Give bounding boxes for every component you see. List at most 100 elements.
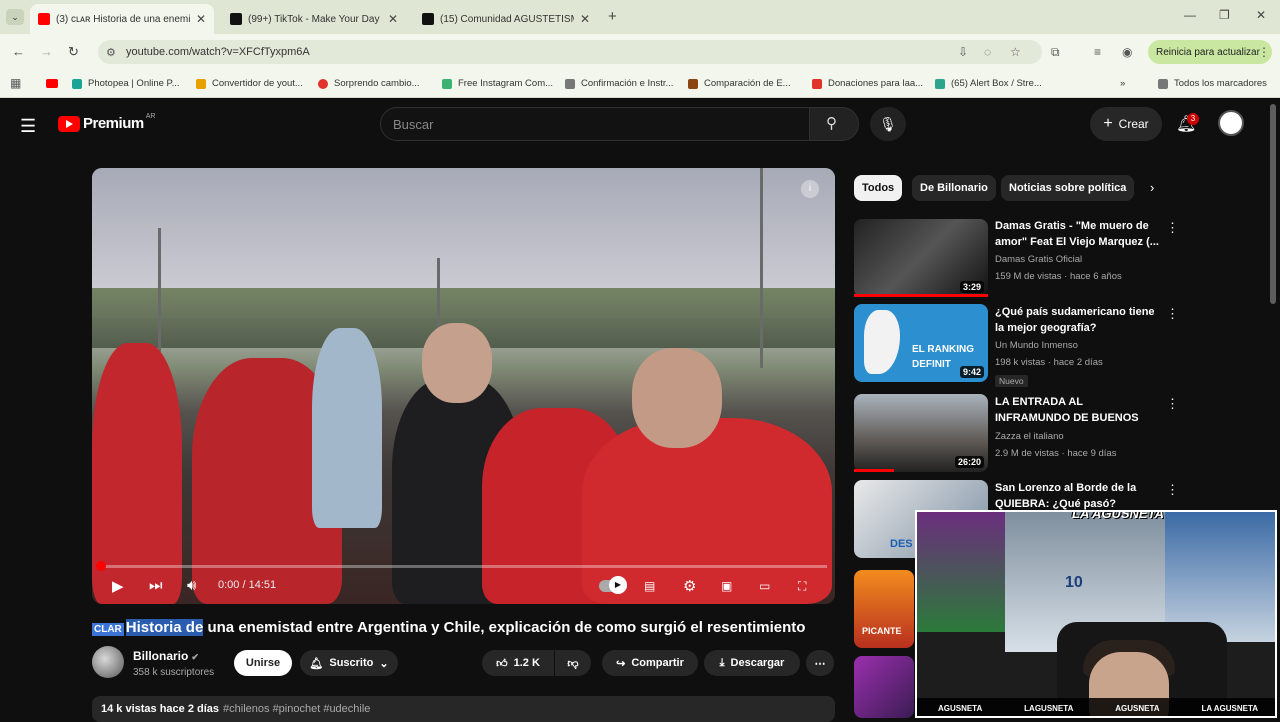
apps-grid-icon[interactable]: ▦ bbox=[10, 76, 21, 90]
close-window-icon[interactable]: ✕ bbox=[1256, 8, 1266, 22]
scrubber-handle[interactable] bbox=[96, 561, 106, 571]
bookmark-star-icon[interactable]: ☆ bbox=[1010, 45, 1021, 59]
recommendation-title[interactable]: ¿Qué país sudamericano tiene la mejor ge… bbox=[995, 304, 1160, 336]
youtube-bookmark-icon[interactable] bbox=[46, 79, 58, 88]
youtube-premium-logo[interactable]: Premium AR bbox=[58, 113, 155, 132]
progress-bar[interactable] bbox=[100, 565, 827, 568]
subtitles-icon[interactable]: ▤ bbox=[644, 579, 655, 593]
miniplayer-icon[interactable]: ▣ bbox=[721, 579, 732, 593]
chip-todos[interactable]: Todos bbox=[854, 175, 903, 201]
bookmark-sorprendo[interactable]: Sorprendo cambio... bbox=[318, 78, 420, 89]
bookmark-convertidor[interactable]: Convertidor de yout... bbox=[196, 78, 303, 89]
channel-name-row[interactable]: Billonario ✔ bbox=[133, 649, 199, 663]
autoplay-toggle[interactable] bbox=[599, 576, 627, 594]
eye-off-icon[interactable]: ◌ bbox=[984, 45, 991, 59]
thumbs-down-icon: 👎︎ bbox=[567, 657, 579, 670]
site-info-icon[interactable]: ⚙ bbox=[106, 46, 116, 59]
back-icon[interactable]: ← bbox=[12, 44, 25, 59]
forward-icon[interactable]: → bbox=[40, 44, 53, 59]
profile-icon[interactable]: ◉ bbox=[1122, 45, 1132, 59]
account-avatar[interactable] bbox=[1218, 110, 1244, 136]
duration-badge: 3:29 bbox=[959, 281, 984, 293]
reload-icon[interactable]: ↻ bbox=[68, 44, 79, 60]
youtube-favicon-icon bbox=[38, 13, 50, 25]
maximize-icon[interactable]: ❐ bbox=[1219, 8, 1230, 22]
tab-search-button[interactable]: ⌄ bbox=[6, 9, 24, 25]
recommendation-thumbnail[interactable]: 26:20 bbox=[854, 394, 988, 472]
chip-de-billonario[interactable]: De Billonario bbox=[912, 175, 996, 201]
dislike-button[interactable]: 👎︎ bbox=[555, 650, 591, 676]
search-icon[interactable]: ⚲ bbox=[826, 114, 837, 132]
hamburger-menu-icon[interactable]: ☰ bbox=[20, 116, 36, 137]
create-button[interactable]: + Crear bbox=[1090, 107, 1162, 141]
extensions-icon[interactable]: ⧉ bbox=[1051, 45, 1060, 60]
recommendation-channel[interactable]: Damas Gratis Oficial bbox=[995, 254, 1082, 265]
video-player[interactable] bbox=[92, 168, 835, 604]
video-frame-face bbox=[422, 323, 492, 403]
bookmark-alert-box[interactable]: (65) Alert Box / Stre... bbox=[935, 78, 1042, 89]
recommendation-channel[interactable]: Un Mundo Inmenso bbox=[995, 340, 1078, 351]
more-vertical-icon[interactable]: ⋮ bbox=[1166, 396, 1179, 412]
download-label: Descargar bbox=[730, 657, 785, 669]
bookmarks-more-button[interactable]: » bbox=[1120, 78, 1125, 89]
next-icon[interactable]: ⏭ bbox=[149, 577, 163, 594]
chip-noticias-politica[interactable]: Noticias sobre política bbox=[1001, 175, 1135, 201]
update-button[interactable]: Reinicia para actualizar bbox=[1148, 40, 1272, 64]
recommendation-thumbnail[interactable]: 3:29 bbox=[854, 219, 988, 297]
chevron-right-icon[interactable]: › bbox=[1150, 180, 1154, 195]
share-button[interactable]: ↪ Compartir bbox=[602, 650, 698, 676]
play-icon[interactable]: ▶ bbox=[112, 577, 124, 595]
bookmark-free-instagram[interactable]: Free Instagram Com... bbox=[442, 78, 553, 89]
channel-avatar[interactable] bbox=[92, 646, 124, 678]
thumbnail-text: PICANTE bbox=[862, 626, 902, 636]
subscribed-button[interactable]: 🔔︎ Suscrito ⌄ bbox=[300, 650, 398, 676]
close-icon[interactable]: ✕ bbox=[196, 12, 206, 26]
recommendation-thumbnail[interactable]: EL RANKING DEFINIT 9:42 bbox=[854, 304, 988, 382]
theater-mode-icon[interactable]: ▭ bbox=[759, 579, 770, 593]
recommendation-title[interactable]: Damas Gratis - "Me muero de amor" Feat E… bbox=[995, 218, 1160, 250]
microphone-icon[interactable]: 🎙 bbox=[870, 107, 906, 141]
info-icon[interactable]: i bbox=[801, 180, 819, 198]
recommendation-thumbnail[interactable] bbox=[854, 656, 914, 718]
like-button[interactable]: 👍︎ 1.2 K bbox=[482, 650, 554, 676]
search-box[interactable] bbox=[380, 107, 810, 141]
close-icon[interactable]: ✕ bbox=[388, 12, 398, 26]
bookmark-comparacion[interactable]: Comparación de E... bbox=[688, 78, 791, 89]
all-bookmarks-button[interactable]: Todos los marcadores bbox=[1158, 78, 1267, 89]
browser-tab-youtube[interactable]: (3) ᴄʟᴀʀ Historia de una enemist ✕ bbox=[30, 4, 214, 34]
bookmark-label: Photopea | Online P... bbox=[88, 78, 180, 89]
close-icon[interactable]: ✕ bbox=[580, 12, 590, 26]
folder-icon bbox=[1158, 78, 1168, 89]
more-vertical-icon[interactable]: ⋮ bbox=[1166, 220, 1179, 236]
recommendation-thumbnail[interactable]: PICANTE bbox=[854, 570, 914, 648]
download-button[interactable]: ⤓ Descargar bbox=[704, 650, 800, 676]
minimize-icon[interactable]: — bbox=[1184, 8, 1196, 22]
join-button[interactable]: Unirse bbox=[234, 650, 292, 676]
new-tab-button[interactable]: + bbox=[608, 8, 617, 25]
url-text[interactable]: youtube.com/watch?v=XFCfTyxpm6A bbox=[126, 46, 310, 58]
recommendation-channel[interactable]: Zazza el italiano bbox=[995, 431, 1064, 442]
recommendation-title[interactable]: LA ENTRADA AL INFRAMUNDO DE BUENOS AIRES… bbox=[995, 394, 1160, 426]
description-box[interactable]: 14 k vistas hace 2 días #chilenos #pinoch… bbox=[92, 696, 835, 722]
page-scrollbar[interactable] bbox=[1270, 104, 1276, 304]
volume-icon[interactable]: 🔊︎ bbox=[187, 577, 196, 594]
browser-menu-icon[interactable]: ⋮ bbox=[1258, 45, 1270, 59]
bookmark-donaciones[interactable]: Donaciones para laa... bbox=[812, 78, 923, 89]
search-input[interactable]: Buscar bbox=[393, 117, 433, 132]
fullscreen-icon[interactable]: ⛶ bbox=[798, 579, 806, 594]
more-vertical-icon[interactable]: ⋮ bbox=[1166, 306, 1179, 322]
browser-tab-tiktok[interactable]: (99+) TikTok - Make Your Day ✕ bbox=[222, 4, 406, 34]
settings-gear-icon[interactable]: ⚙ bbox=[683, 577, 696, 595]
more-actions-button[interactable]: ⋯ bbox=[806, 650, 834, 676]
recommendation-title[interactable]: San Lorenzo al Borde de la QUIEBRA: ¿Qué… bbox=[995, 480, 1160, 512]
bookmark-confirmacion[interactable]: Confirmación e Instr... bbox=[565, 78, 673, 89]
youtube-play-icon bbox=[58, 115, 80, 132]
more-vertical-icon[interactable]: ⋮ bbox=[1166, 482, 1179, 498]
hashtags[interactable]: #chilenos #pinochet #udechile bbox=[223, 703, 370, 715]
recommendation-stats: 198 k vistas · hace 2 días bbox=[995, 357, 1103, 368]
subscriber-count: 358 k suscriptores bbox=[133, 667, 215, 678]
media-control-icon[interactable]: ≡ bbox=[1094, 45, 1101, 59]
browser-tab-x[interactable]: (15) Comunidad AGUSTETISMO ✕ bbox=[414, 4, 598, 34]
bookmark-photopea[interactable]: Photopea | Online P... bbox=[72, 78, 180, 89]
install-app-icon[interactable]: ⇩ bbox=[958, 45, 968, 59]
